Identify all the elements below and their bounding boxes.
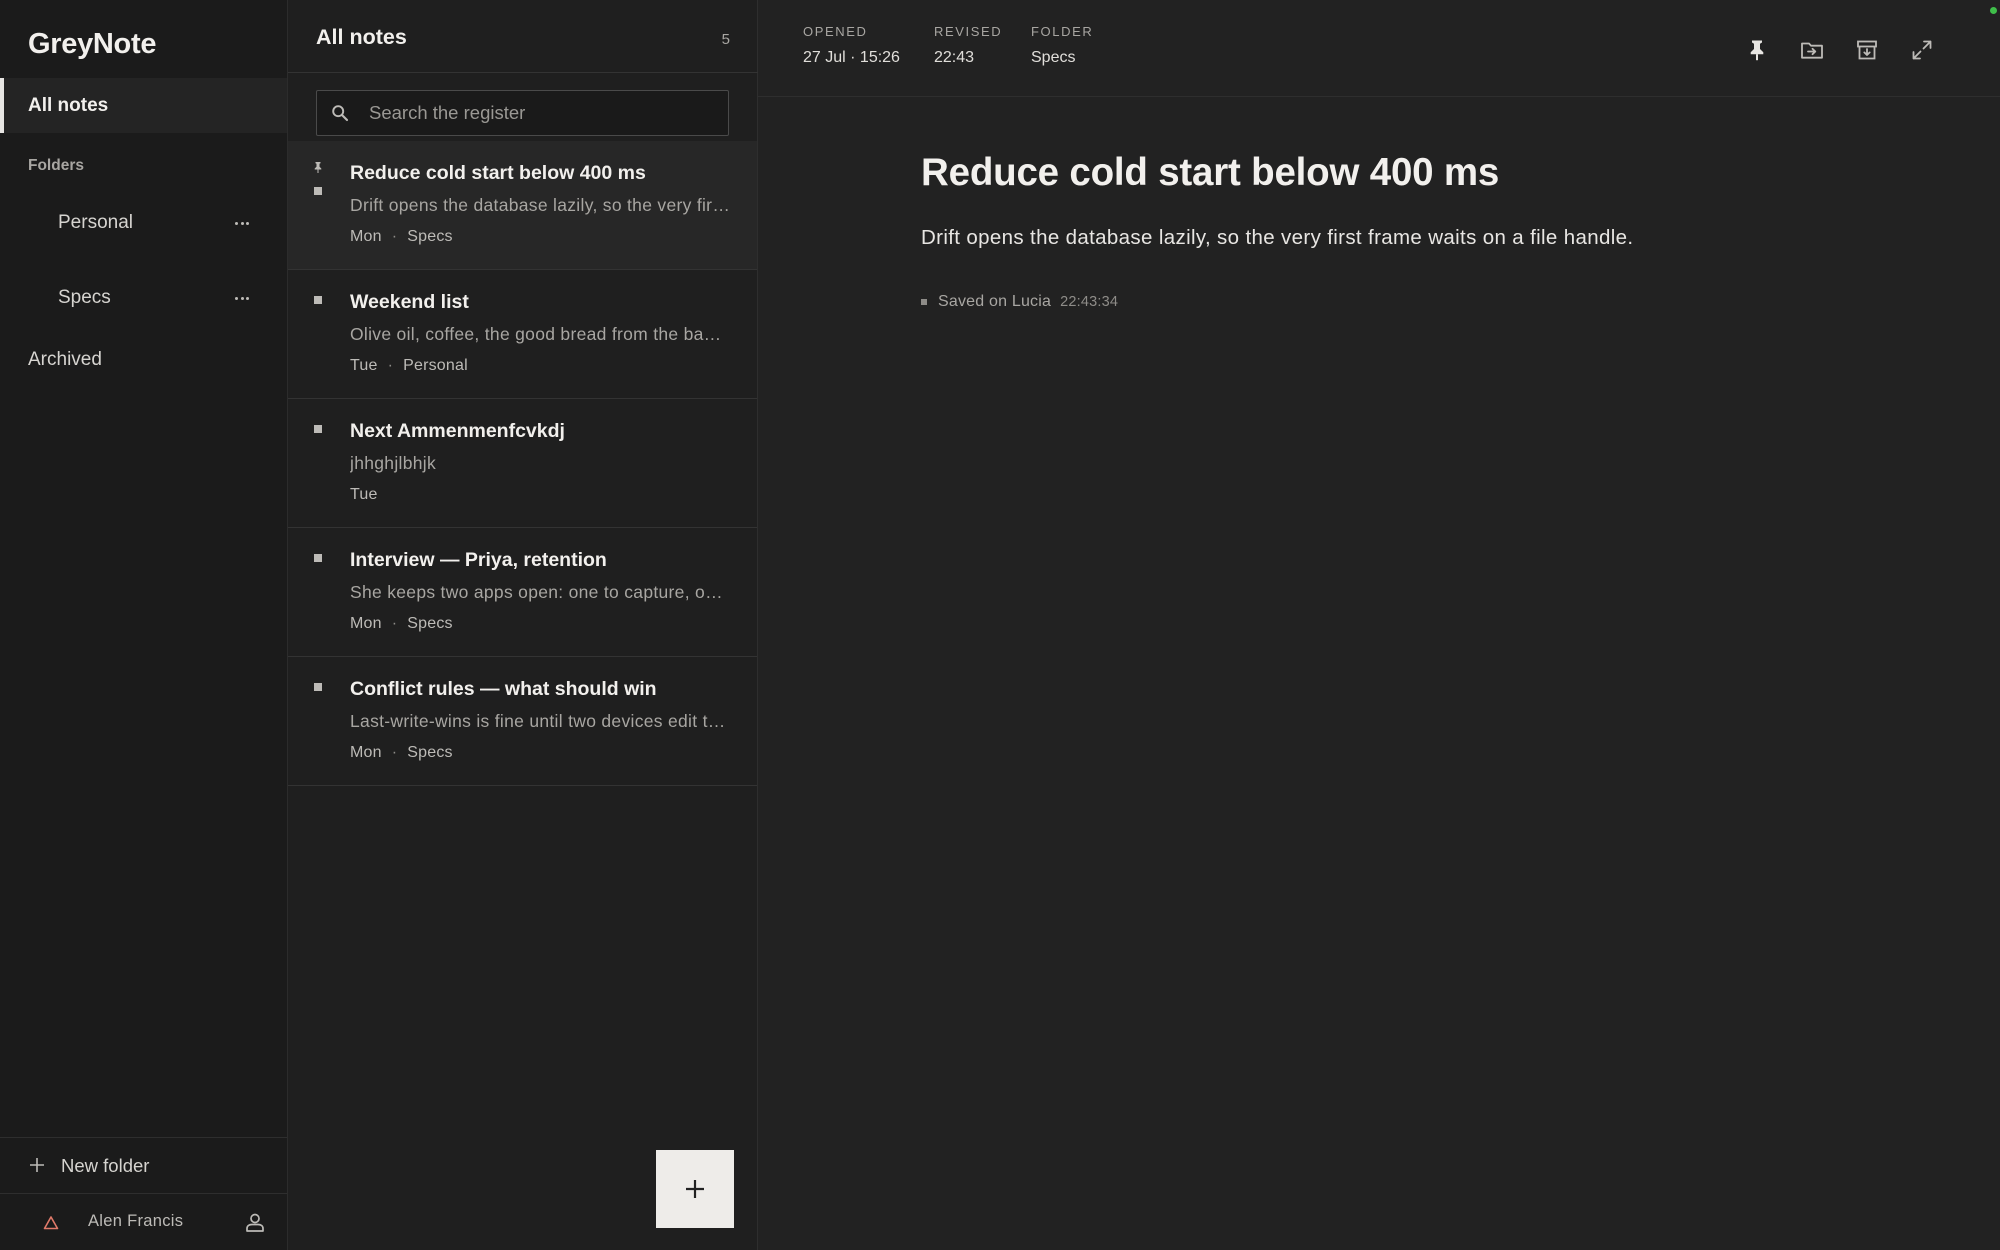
- new-note-button[interactable]: [656, 1150, 734, 1228]
- new-folder-button[interactable]: New folder: [0, 1138, 287, 1194]
- app-window: GreyNote All notes Folders Personal Spec…: [0, 0, 2000, 1250]
- pin-icon: [314, 162, 322, 173]
- folder-label: Personal: [58, 212, 133, 233]
- archive-icon: [1857, 40, 1877, 60]
- list-item[interactable]: Reduce cold start below 400 ms Drift ope…: [288, 141, 757, 270]
- note-folder: Personal: [403, 357, 468, 374]
- app-logo: GreyNote: [28, 28, 157, 60]
- note-preview: Last-write-wins is fine until two device…: [350, 711, 730, 731]
- user-name: Alen Francis: [88, 1212, 184, 1230]
- save-status: Saved on Lucia 22:43:34: [921, 293, 1118, 311]
- list-item[interactable]: Conflict rules — what should win Last-wr…: [288, 657, 757, 786]
- note-preview: jhhghjlbhjk: [350, 453, 436, 473]
- note-meta-bar: OPENED 27 Jul · 15:26 REVISED 22:43 FOLD…: [758, 0, 2000, 97]
- note-title: Reduce cold start below 400 ms: [350, 162, 646, 184]
- sidebar-item-label: All notes: [28, 94, 109, 116]
- opened-label: OPENED: [803, 24, 868, 39]
- note-day: Tue: [350, 357, 378, 374]
- note-day: Mon: [350, 228, 382, 245]
- user-row: Alen Francis: [0, 1194, 287, 1250]
- save-status-time: 22:43:34: [1060, 294, 1119, 310]
- list-title: All notes: [316, 25, 407, 49]
- pin-button[interactable]: [1743, 36, 1771, 64]
- notes-count: 5: [721, 31, 730, 48]
- folders-heading: Folders: [28, 157, 84, 174]
- sidebar: GreyNote All notes Folders Personal Spec…: [0, 0, 288, 1250]
- note-meta: Mon · Specs: [350, 228, 453, 245]
- more-icon[interactable]: [232, 213, 252, 233]
- note-meta: Mon · Specs: [350, 615, 453, 632]
- revised-value: 22:43: [934, 49, 975, 66]
- save-status-marker: [921, 299, 927, 305]
- active-indicator: [0, 78, 4, 133]
- more-icon[interactable]: [232, 288, 252, 308]
- sync-status-indicator: [1990, 7, 1997, 14]
- note-title[interactable]: Reduce cold start below 400 ms: [921, 151, 1499, 195]
- note-folder: Specs: [407, 228, 453, 245]
- search-box: [316, 90, 729, 136]
- note-marker: [314, 554, 322, 562]
- move-to-folder-button[interactable]: [1798, 36, 1826, 64]
- note-meta: Mon · Specs: [350, 744, 453, 761]
- notes-list-panel: All notes 5 Reduce cold start below 400 …: [288, 0, 758, 1250]
- note-editor: OPENED 27 Jul · 15:26 REVISED 22:43 FOLD…: [758, 0, 2000, 1250]
- expand-button[interactable]: [1908, 36, 1936, 64]
- pin-icon: [1750, 40, 1764, 61]
- note-marker: [314, 296, 322, 304]
- revised-meta: REVISED 22:43: [934, 24, 1002, 67]
- warning-icon[interactable]: [43, 1215, 59, 1230]
- sidebar-item-all-notes[interactable]: All notes: [0, 78, 287, 133]
- note-title: Conflict rules — what should win: [350, 678, 657, 700]
- list-item[interactable]: Weekend list Olive oil, coffee, the good…: [288, 270, 757, 399]
- note-marker: [314, 187, 322, 195]
- note-day: Mon: [350, 615, 382, 632]
- plus-icon: [30, 1158, 44, 1172]
- folder-value: Specs: [1031, 49, 1076, 66]
- opened-value: 27 Jul · 15:26: [803, 49, 900, 66]
- folder-meta: FOLDER Specs: [1031, 24, 1093, 67]
- expand-icon: [1912, 40, 1932, 60]
- folder-label: FOLDER: [1031, 24, 1094, 39]
- account-icon[interactable]: [244, 1211, 266, 1233]
- archive-button[interactable]: [1853, 36, 1881, 64]
- plus-icon: [686, 1180, 704, 1198]
- note-preview: Drift opens the database lazily, so the …: [350, 195, 730, 215]
- list-header: All notes 5: [288, 0, 758, 73]
- sidebar-item-archived[interactable]: Archived: [28, 349, 102, 371]
- search-input[interactable]: [369, 91, 719, 135]
- revised-label: REVISED: [934, 24, 1003, 39]
- new-folder-label: New folder: [61, 1155, 150, 1176]
- opened-meta: OPENED 27 Jul · 15:26: [803, 24, 900, 67]
- list-item[interactable]: Next Ammenmenfcvkdj jhhghjlbhjk Tue: [288, 399, 757, 528]
- note-marker: [314, 425, 322, 433]
- note-title: Next Ammenmenfcvkdj: [350, 420, 565, 442]
- note-day: Tue: [350, 486, 378, 503]
- note-folder: Specs: [407, 615, 453, 632]
- note-body[interactable]: Drift opens the database lazily, so the …: [921, 226, 1633, 250]
- list-item[interactable]: Interview — Priya, retention She keeps t…: [288, 528, 757, 657]
- note-preview: She keeps two apps open: one to capture,…: [350, 582, 730, 602]
- note-preview: Olive oil, coffee, the good bread from t…: [350, 324, 730, 344]
- note-day: Mon: [350, 744, 382, 761]
- note-marker: [314, 683, 322, 691]
- folder-label: Specs: [58, 287, 111, 308]
- note-title: Weekend list: [350, 291, 469, 313]
- save-status-text: Saved on Lucia: [938, 293, 1052, 310]
- search-icon: [332, 105, 349, 122]
- note-meta: Tue: [350, 486, 378, 504]
- note-title: Interview — Priya, retention: [350, 549, 607, 571]
- note-meta: Tue · Personal: [350, 357, 468, 374]
- folder-move-icon: [1801, 42, 1823, 59]
- note-folder: Specs: [407, 744, 453, 761]
- sidebar-item-specs[interactable]: Specs: [0, 270, 287, 326]
- sidebar-item-personal[interactable]: Personal: [0, 195, 287, 251]
